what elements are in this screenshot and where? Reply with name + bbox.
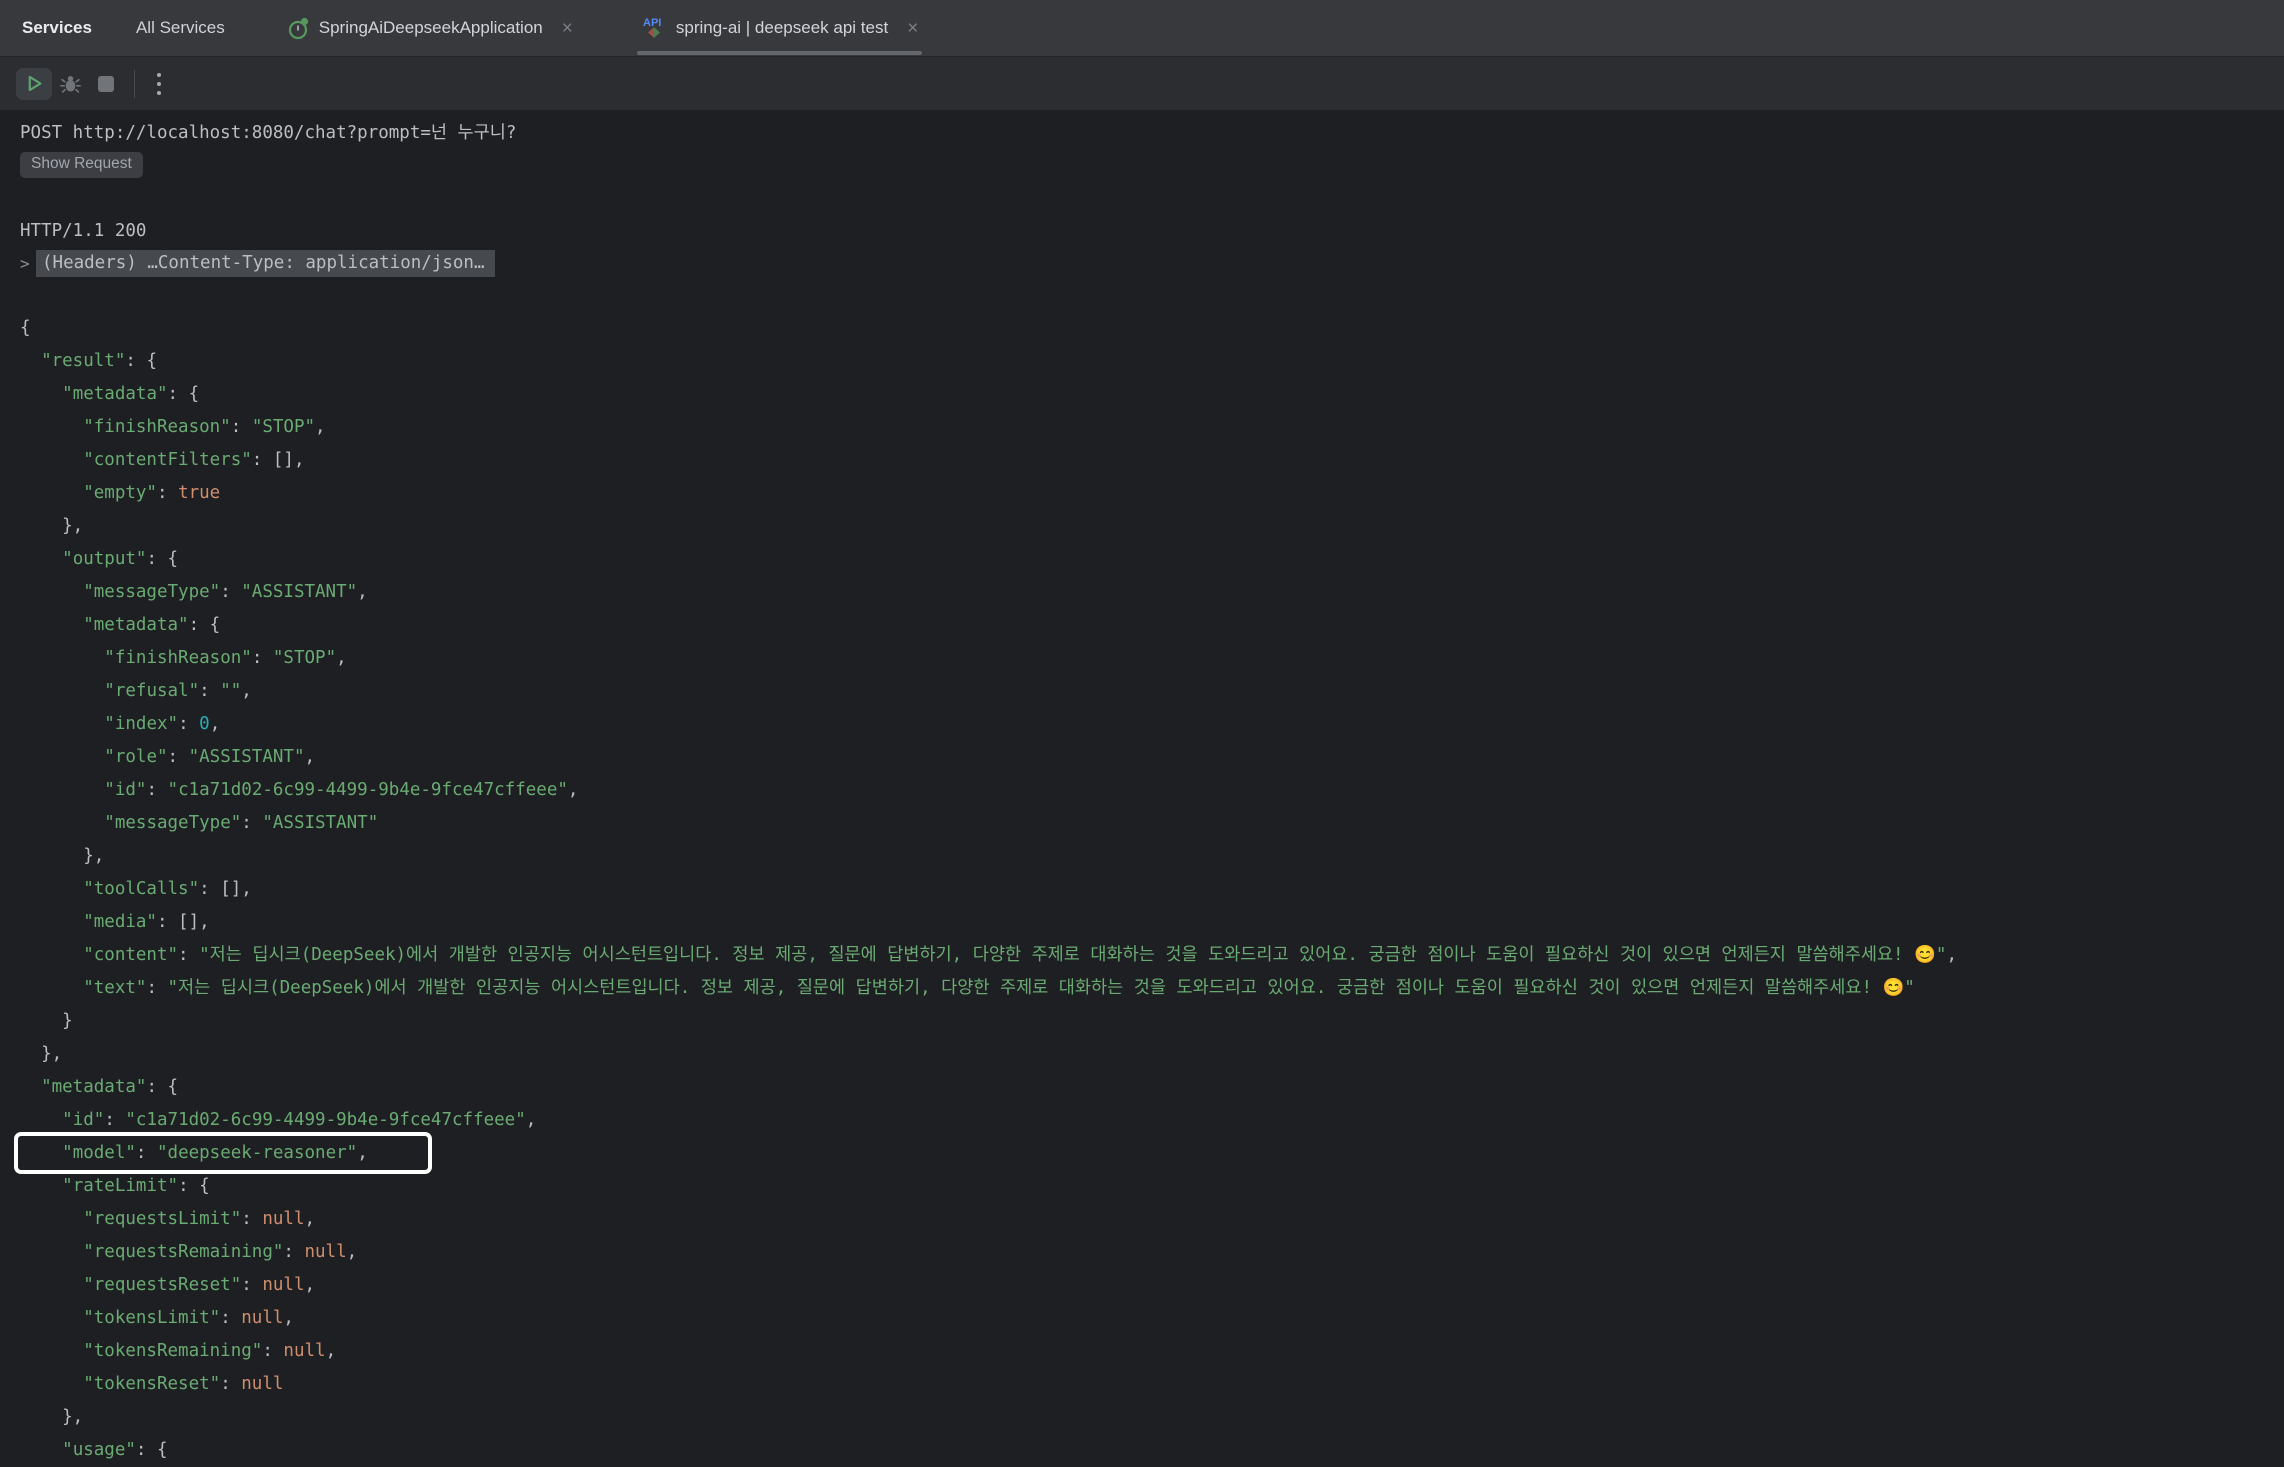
json-line: "messageType": "ASSISTANT" (104, 813, 379, 833)
json-line: "result": { (41, 351, 157, 371)
json-line: "requestsReset": null, (83, 1275, 316, 1295)
tab-all-services[interactable]: All Services (136, 0, 225, 56)
stop-button[interactable] (88, 68, 124, 100)
http-response-console: POST http://localhost:8080/chat?prompt=넌… (0, 110, 2284, 1467)
json-line: "refusal": "", (104, 681, 252, 701)
json-line: "tokensLimit": null, (83, 1308, 294, 1328)
show-request-button[interactable]: Show Request (20, 152, 143, 178)
json-line: "contentFilters": [], (83, 450, 305, 470)
run-button[interactable] (16, 67, 52, 100)
run-toolbar (0, 57, 2284, 110)
json-line: "media": [], (83, 912, 210, 932)
json-line: "id": "c1a71d02-6c99-4499-9b4e-9fce47cff… (104, 780, 579, 800)
json-line: "metadata": { (83, 615, 221, 635)
json-line: "requestsRemaining": null, (83, 1242, 358, 1262)
tab-springaideepseekapplication[interactable]: SpringAiDeepseekApplication × (281, 0, 579, 56)
tab-spring-ai-deepseek-api-test[interactable]: API spring-ai | deepseek api test × (635, 0, 924, 56)
chevron-right-icon[interactable]: > (20, 254, 36, 273)
run-icon (25, 74, 44, 93)
json-line: "finishReason": "STOP", (83, 417, 326, 437)
tab-label: SpringAiDeepseekApplication (318, 18, 543, 37)
toolbar-separator (134, 69, 135, 98)
json-line: "toolCalls": [], (83, 879, 252, 899)
spring-boot-run-icon (287, 17, 310, 40)
close-icon[interactable]: × (562, 19, 573, 38)
request-line: POST http://localhost:8080/chat?prompt=넌… (20, 123, 517, 143)
http-client-api-icon: API (641, 15, 667, 41)
json-line: "id": "c1a71d02-6c99-4499-9b4e-9fce47cff… (62, 1110, 537, 1130)
json-line: "metadata": { (62, 384, 200, 404)
json-line: }, (20, 846, 105, 866)
json-line: "model": "deepseek-reasoner", (14, 1132, 2284, 1174)
json-line: "text": "저는 딥시크(DeepSeek)에서 개발한 인공지능 어시스… (83, 978, 1915, 998)
debug-button[interactable] (52, 68, 88, 100)
json-line: }, (20, 516, 84, 536)
stop-icon (98, 75, 114, 92)
headers-fold-line[interactable]: > (Headers) …Content-Type: application/j… (20, 249, 2284, 277)
status-line: HTTP/1.1 200 (20, 221, 147, 241)
json-response-body: { "result": { "metadata": { "finishReaso… (14, 312, 2284, 1467)
json-line: "rateLimit": { (62, 1176, 210, 1196)
json-line: "finishReason": "STOP", (104, 648, 347, 668)
json-line: "messageType": "ASSISTANT", (83, 582, 368, 602)
services-tabbar: Services All Services SpringAiDeepseekAp… (0, 0, 2284, 57)
json-line: "usage": { (62, 1440, 168, 1460)
bug-icon (59, 73, 81, 94)
json-line: } (20, 1011, 73, 1031)
svg-text:API: API (643, 17, 661, 29)
json-line: "index": 0, (104, 714, 221, 734)
json-line: "tokensReset": null (83, 1374, 284, 1394)
json-line: "content": "저는 딥시크(DeepSeek)에서 개발한 인공지능 … (83, 945, 1957, 965)
tab-label: spring-ai | deepseek api test (675, 18, 889, 37)
json-line: { (20, 318, 31, 338)
json-line: "tokensRemaining": null, (83, 1341, 337, 1361)
json-line: "metadata": { (41, 1077, 179, 1097)
json-line: "output": { (62, 549, 179, 569)
json-line: "empty": true (83, 483, 221, 503)
more-options-button[interactable] (145, 68, 173, 100)
headers-folded-region[interactable]: (Headers) …Content-Type: application/jso… (36, 249, 495, 277)
tool-window-title: Services (22, 18, 92, 37)
json-line: }, (20, 1407, 84, 1427)
json-line: }, (20, 1044, 63, 1064)
json-line: "role": "ASSISTANT", (104, 747, 316, 767)
close-icon[interactable]: × (907, 19, 918, 38)
json-line: "requestsLimit": null, (83, 1209, 316, 1229)
